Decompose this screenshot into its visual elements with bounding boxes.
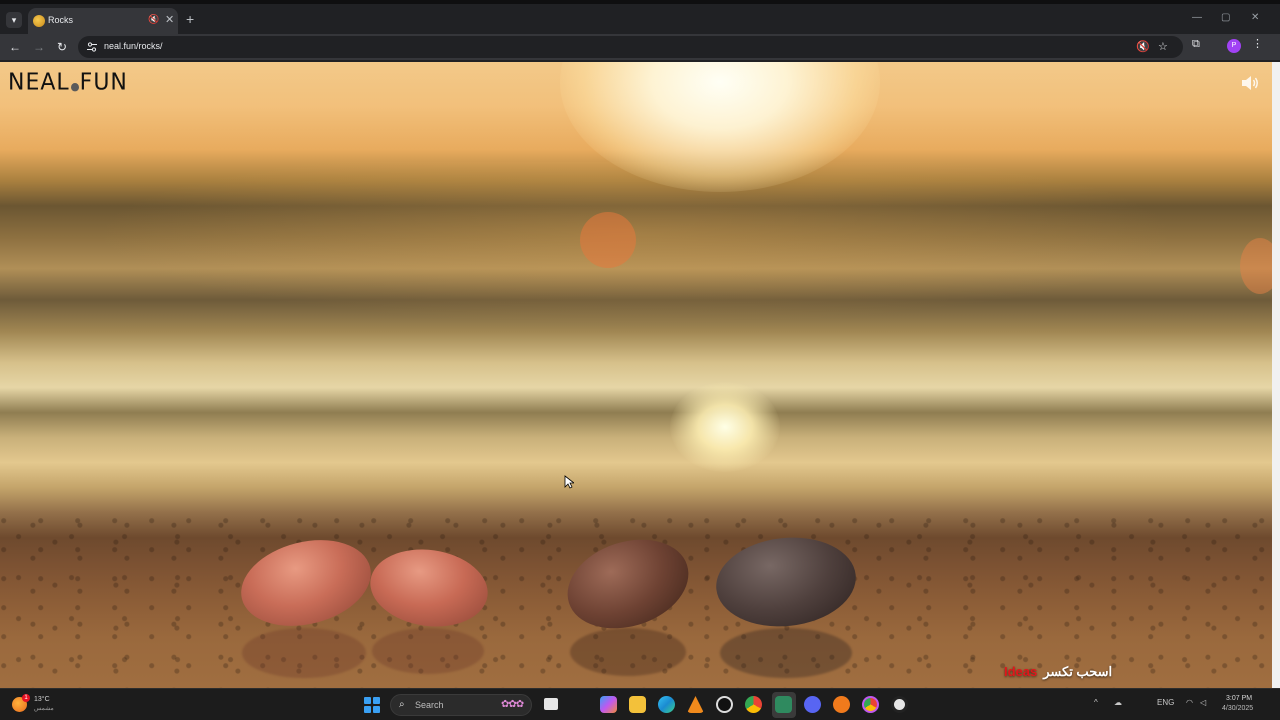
tray-chevron-icon[interactable]: ^ — [1094, 698, 1098, 707]
mouse-cursor-icon — [564, 475, 574, 489]
search-highlight-icon: ✿✿✿ — [501, 699, 524, 710]
wifi-icon[interactable]: ◠ — [1186, 698, 1193, 707]
bokeh-light — [580, 212, 636, 268]
rock-reflection — [570, 628, 686, 676]
weather-temp[interactable]: 13°C — [34, 696, 50, 703]
logo-left: NEAL — [8, 69, 70, 96]
speaker-icon[interactable] — [1240, 74, 1260, 92]
close-window-button[interactable]: ✕ — [1251, 12, 1259, 23]
task-view-icon[interactable] — [544, 698, 558, 710]
windows-taskbar: 1 13°C مشمس ⌕ Search ✿✿✿ ^ ☁ ENG ◠ ◁ 3:0… — [0, 688, 1280, 720]
taskbar-search[interactable]: ⌕ Search ✿✿✿ — [390, 694, 532, 716]
windows-logo-icon — [373, 706, 380, 713]
back-button[interactable]: ← — [9, 39, 21, 55]
weather-desc[interactable]: مشمس — [34, 705, 54, 712]
orange-app-icon[interactable] — [833, 696, 850, 713]
bokeh-light — [1240, 238, 1272, 294]
clock-time[interactable]: 3:07 PM — [1226, 695, 1252, 702]
background-haze — [0, 162, 1272, 342]
rock-favicon-icon — [33, 15, 45, 27]
address-bar[interactable]: neal.fun/rocks/ 🔇 ☆ — [78, 36, 1183, 58]
windows-logo-icon — [364, 697, 371, 704]
sun-reflection — [670, 382, 780, 472]
circle-app-icon[interactable] — [891, 696, 908, 713]
search-icon: ⌕ — [399, 699, 405, 710]
minimize-button[interactable]: — — [1192, 12, 1202, 23]
muted-speaker-icon[interactable]: 🔇 — [1136, 40, 1150, 54]
chrome-canary-icon[interactable] — [862, 696, 879, 713]
profile-avatar[interactable]: P — [1227, 39, 1241, 53]
rock-reflection — [720, 628, 852, 678]
browser-toolbar: ← → ↻ neal.fun/rocks/ 🔇 ☆ ⧉ — [0, 34, 1280, 60]
drag-hint-text: اسحب تكسر — [1043, 664, 1113, 679]
volume-icon[interactable]: ◁ — [1200, 698, 1206, 707]
tab-title: Rocks — [48, 15, 74, 25]
notification-badge: 1 — [22, 694, 30, 702]
rocks-page: NEAL FUN Ideas اسحب تكسر — [0, 62, 1272, 688]
tab-strip: ▾ Rocks 🔇 ✕ + — ▢ ✕ — [0, 0, 1280, 34]
tab-muted-icon[interactable]: 🔇 — [148, 14, 159, 25]
rock-reflection — [242, 628, 366, 678]
tab-rocks[interactable]: Rocks 🔇 ✕ — [28, 8, 178, 34]
browser-menu-button[interactable]: ⋮ — [1252, 37, 1263, 50]
forward-button[interactable]: → — [33, 39, 45, 55]
logo-right: FUN — [79, 69, 128, 96]
obs-icon[interactable] — [716, 696, 733, 713]
clock-date[interactable]: 4/30/2025 — [1222, 705, 1253, 712]
drag-hint-caption: Ideas اسحب تكسر — [1004, 664, 1112, 680]
site-info-icon[interactable] — [86, 41, 98, 53]
edge-icon[interactable] — [658, 696, 675, 713]
windows-logo-icon — [364, 706, 371, 713]
discord-icon[interactable] — [804, 696, 821, 713]
reload-button[interactable]: ↻ — [57, 39, 67, 55]
copilot-icon[interactable] — [600, 696, 617, 713]
search-placeholder: Search — [415, 700, 444, 710]
tab-close-button[interactable]: ✕ — [165, 13, 174, 26]
chrome-icon[interactable] — [745, 696, 762, 713]
start-button[interactable] — [364, 697, 380, 713]
windows-logo-icon — [373, 697, 380, 704]
tab-search-button[interactable]: ▾ — [6, 12, 22, 28]
terminal-app-icon[interactable] — [775, 696, 792, 713]
star-icon[interactable]: ☆ — [1158, 40, 1168, 54]
vlc-icon[interactable] — [687, 696, 704, 713]
file-explorer-icon[interactable] — [629, 696, 646, 713]
drag-hint-accent: Ideas — [1004, 664, 1038, 679]
new-tab-button[interactable]: + — [186, 11, 194, 27]
tray-cloud-icon[interactable]: ☁ — [1114, 698, 1122, 707]
url-text[interactable]: neal.fun/rocks/ — [104, 41, 163, 51]
rock-reflection — [372, 628, 484, 674]
language-indicator[interactable]: ENG — [1157, 698, 1174, 707]
maximize-button[interactable]: ▢ — [1221, 12, 1230, 23]
logo-dot-icon — [70, 83, 79, 92]
neal-fun-logo[interactable]: NEAL FUN — [8, 69, 128, 95]
puzzle-icon[interactable]: ⧉ — [1192, 38, 1200, 51]
page-scrollbar[interactable] — [1272, 62, 1280, 688]
